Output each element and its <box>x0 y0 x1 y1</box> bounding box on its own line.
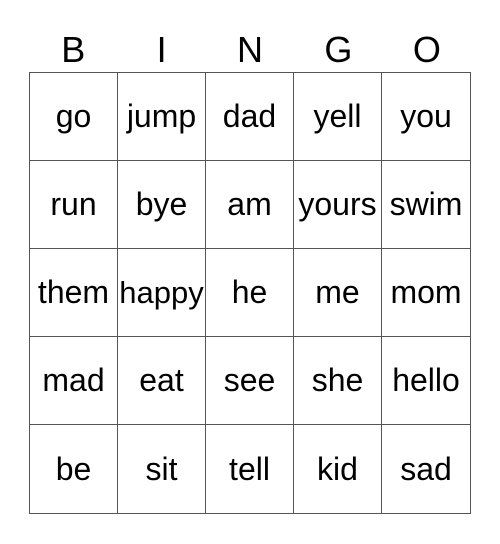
bingo-cell: dad <box>206 73 294 161</box>
bingo-cell: sad <box>382 425 470 513</box>
bingo-word: swim <box>389 186 463 222</box>
bingo-word: go <box>55 98 92 134</box>
bingo-cell: run <box>30 161 118 249</box>
bingo-cell: swim <box>382 161 470 249</box>
bingo-word: yell <box>313 98 362 134</box>
bingo-cell: kid <box>294 425 382 513</box>
bingo-word: hello <box>392 362 460 398</box>
bingo-cell: sit <box>118 425 206 513</box>
bingo-word: am <box>227 186 272 222</box>
header-letter-i: I <box>156 29 167 70</box>
bingo-word: sad <box>400 450 452 487</box>
bingo-word: he <box>231 274 268 310</box>
bingo-cell: mad <box>30 337 118 425</box>
bingo-word: see <box>223 362 276 398</box>
bingo-cell: you <box>382 73 470 161</box>
bingo-word: me <box>315 274 360 310</box>
bingo-word: happy <box>119 274 204 310</box>
bingo-cell: see <box>206 337 294 425</box>
bingo-grid: go jump dad yell you run bye am yours swim them hap… <box>29 72 471 514</box>
bingo-word: tell <box>229 450 270 487</box>
bingo-cell: me <box>294 249 382 337</box>
header-letter-n: N <box>237 29 264 70</box>
bingo-word: bye <box>135 186 188 222</box>
bingo-word: jump <box>126 98 197 134</box>
bingo-cell: she <box>294 337 382 425</box>
bingo-cell: jump <box>118 73 206 161</box>
bingo-word: kid <box>317 450 358 487</box>
bingo-header: B I N G O <box>29 30 471 70</box>
bingo-cell: happy <box>118 249 206 337</box>
header-letter-b: B <box>61 29 86 70</box>
bingo-cell: am <box>206 161 294 249</box>
bingo-word: mom <box>390 274 462 310</box>
bingo-cell: yell <box>294 73 382 161</box>
bingo-word: sit <box>145 450 178 487</box>
header-letter-g: G <box>324 29 353 70</box>
bingo-word: mad <box>42 362 105 398</box>
bingo-word: be <box>55 450 92 487</box>
bingo-word: eat <box>139 362 184 398</box>
bingo-cell: mom <box>382 249 470 337</box>
bingo-word: she <box>311 362 364 398</box>
bingo-cell: tell <box>206 425 294 513</box>
bingo-cell: go <box>30 73 118 161</box>
bingo-cell: hello <box>382 337 470 425</box>
bingo-cell: eat <box>118 337 206 425</box>
header-letter-o: O <box>412 29 441 70</box>
bingo-word: you <box>400 98 452 134</box>
bingo-word: them <box>37 274 110 310</box>
bingo-cell: yours <box>294 161 382 249</box>
bingo-word: run <box>50 186 97 222</box>
bingo-cell: bye <box>118 161 206 249</box>
bingo-cell: them <box>30 249 118 337</box>
bingo-word: yours <box>298 186 377 222</box>
bingo-word: dad <box>222 98 277 134</box>
bingo-cell: be <box>30 425 118 513</box>
bingo-cell: he <box>206 249 294 337</box>
